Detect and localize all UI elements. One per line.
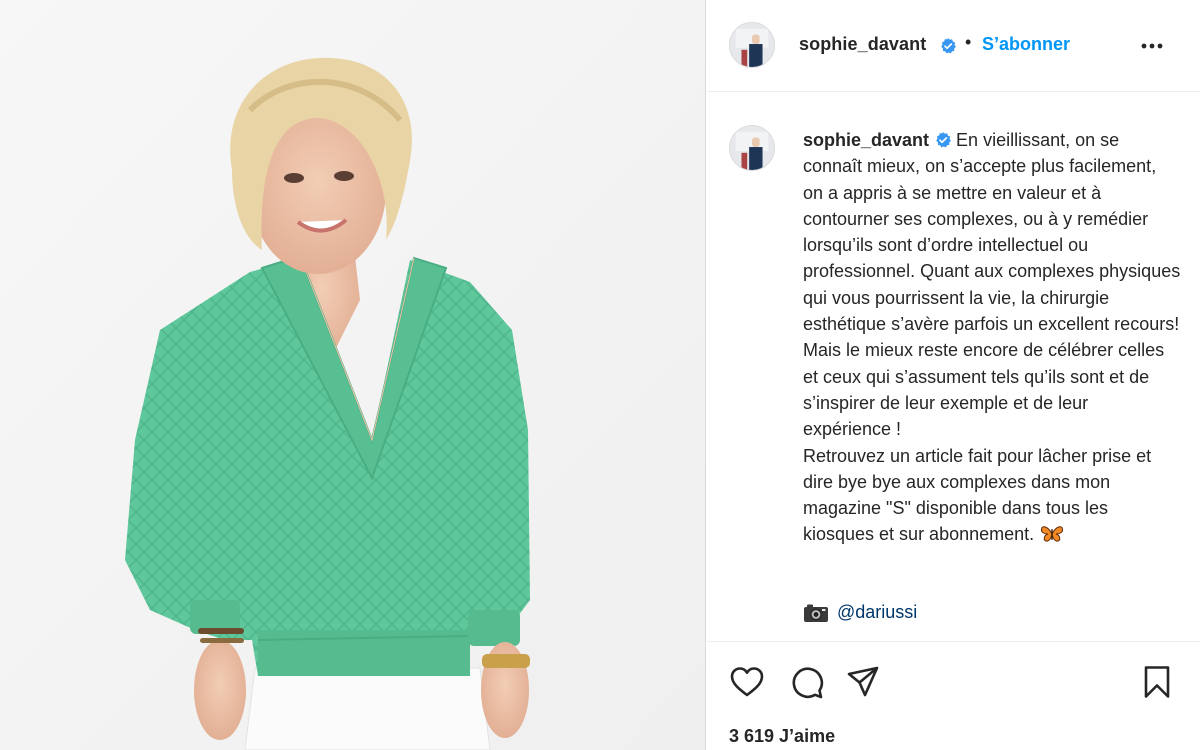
camera-emoji [804,604,828,622]
verified-badge-icon [941,38,956,54]
header-username[interactable]: sophie_davant [799,34,926,55]
caption-body: En vieillissant, on se connaît mieux, on… [803,130,1181,545]
post-photo[interactable] [0,0,706,750]
bookmark-icon[interactable] [1139,664,1175,700]
avatar-image [730,126,774,170]
comment-icon[interactable] [788,664,824,700]
photo-credit-link[interactable]: @dariussi [837,602,917,623]
profile-avatar[interactable] [729,22,775,68]
caption-section: sophie_davant En vieillissant, on se conn… [707,93,1200,641]
avatar-image [730,23,774,67]
butterfly-emoji [1041,526,1064,543]
heart-icon[interactable] [729,664,765,700]
post-side-panel: sophie_davant • S’abonner sophie_davant E… [707,0,1200,750]
caption-text: sophie_davant En vieillissant, on se conn… [803,127,1181,548]
likes-count[interactable]: 3 619 J’aime [729,726,835,747]
actions-bar: 3 619 J’aime [707,641,1200,750]
photo-illustration [0,0,705,750]
caption-avatar[interactable] [729,125,775,171]
caption-username[interactable]: sophie_davant [803,130,929,150]
verified-badge-icon [936,132,951,148]
separator-dot: • [965,32,972,52]
post-header: sophie_davant • S’abonner [707,0,1200,92]
more-options-icon[interactable] [1139,36,1165,56]
share-icon[interactable] [845,664,881,700]
follow-button[interactable]: S’abonner [982,34,1070,55]
